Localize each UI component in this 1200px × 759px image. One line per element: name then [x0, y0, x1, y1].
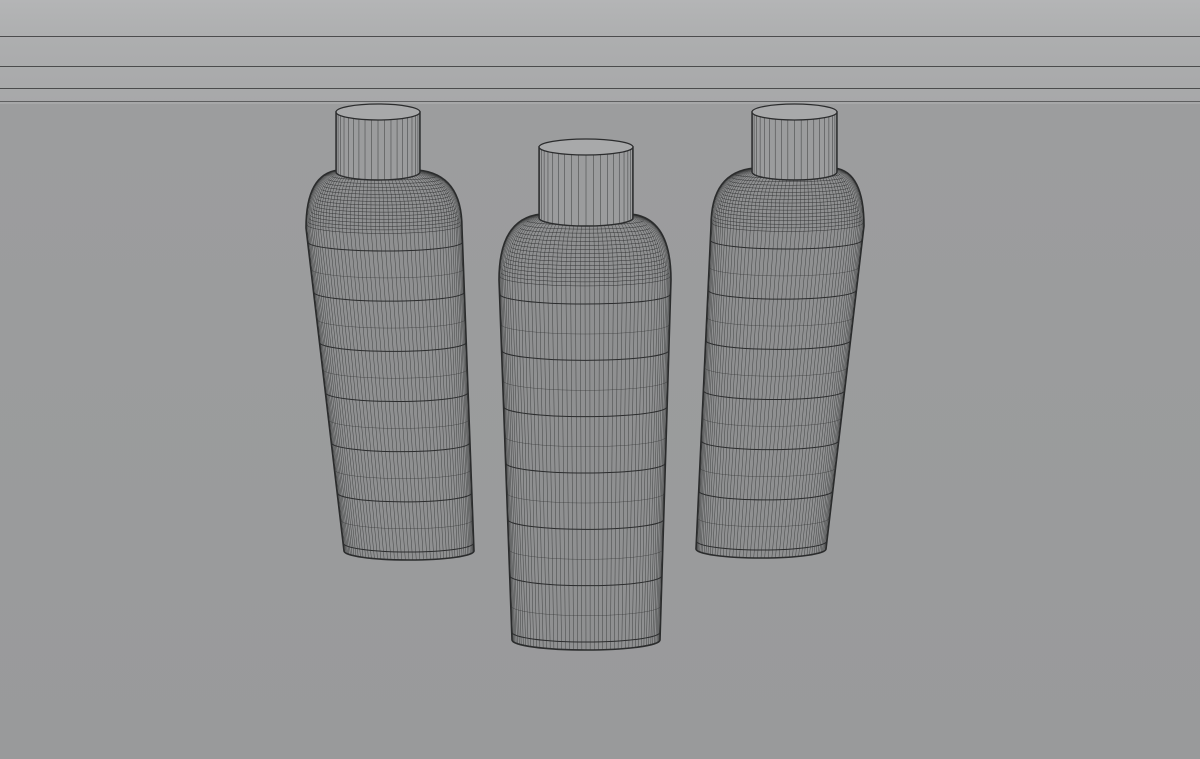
cap-top: [538, 138, 634, 156]
3d-viewport[interactable]: [0, 0, 1200, 759]
bottle-right[interactable]: [695, 103, 865, 559]
cap-top: [335, 103, 421, 121]
bottle-center[interactable]: [498, 138, 672, 651]
wireframe-scene[interactable]: [0, 0, 1200, 759]
bottle-left[interactable]: [305, 103, 475, 561]
cap-top: [751, 103, 838, 121]
